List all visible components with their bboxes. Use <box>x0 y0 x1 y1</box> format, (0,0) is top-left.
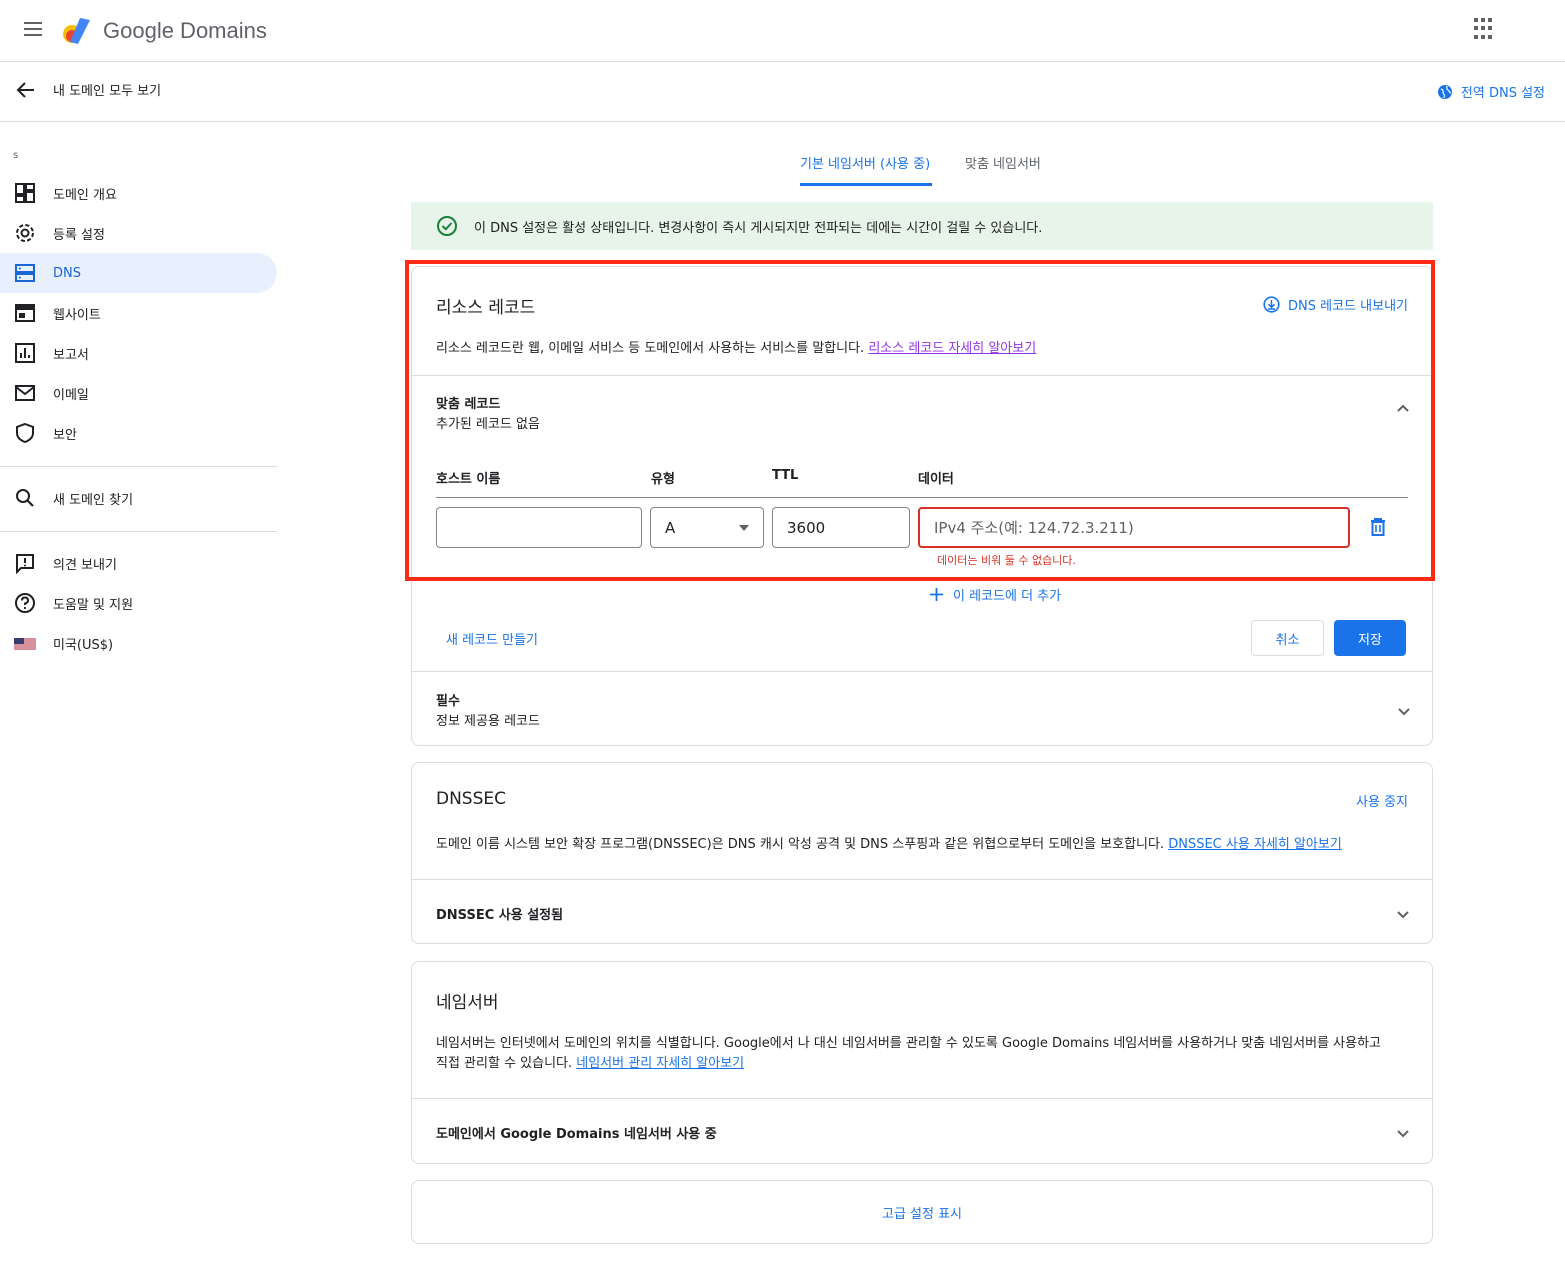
sidebar-item-help[interactable]: 도움말 및 지원 <box>0 583 277 623</box>
dnssec-status: DNSSEC 사용 설정됨 <box>436 908 564 923</box>
sidebar-item-reports[interactable]: 보고서 <box>0 333 277 373</box>
section-divider <box>412 1098 1432 1099</box>
section-divider <box>412 671 1432 672</box>
back-arrow-icon[interactable] <box>12 76 40 104</box>
nameservers-description-line1: 네임서버는 인터넷에서 도메인의 위치를 식별합니다. Google에서 나 대… <box>436 1036 1382 1051</box>
tab-default-nameservers[interactable]: 기본 네임서버 (사용 중) <box>800 153 930 172</box>
nameservers-status: 도메인에서 Google Domains 네임서버 사용 중 <box>436 1127 717 1142</box>
dnssec-description: 도메인 이름 시스템 보안 확장 프로그램(DNSSEC)은 DNS 캐시 악성… <box>436 835 1342 855</box>
dnssec-title: DNSSEC <box>436 789 507 809</box>
domain-name: s <box>13 150 19 161</box>
chevron-down-icon[interactable] <box>1396 1127 1410 1141</box>
add-more-to-record-button[interactable]: 이 레코드에 더 추가 <box>930 585 1061 604</box>
global-dns-settings-link[interactable]: 전역 DNS 설정 <box>1437 82 1545 101</box>
advanced-settings-card: 고급 설정 표시 <box>411 1180 1433 1244</box>
chart-icon <box>15 343 35 363</box>
show-advanced-settings-button[interactable]: 고급 설정 표시 <box>412 1203 1432 1222</box>
sidebar-item-find-domain[interactable]: 새 도메인 찾기 <box>0 478 277 518</box>
sidebar-item-locale[interactable]: 미국(US$) <box>0 623 277 663</box>
menu-icon[interactable] <box>20 18 46 44</box>
sidebar-item-website[interactable]: 웹사이트 <box>0 293 277 333</box>
add-more-label: 이 레코드에 더 추가 <box>953 589 1062 604</box>
desc-text: 도메인 이름 시스템 보안 확장 프로그램(DNSSEC)은 DNS 캐시 악성… <box>436 837 1169 852</box>
save-button[interactable]: 저장 <box>1334 620 1406 656</box>
us-flag-icon <box>14 638 36 650</box>
learn-more-dnssec-link[interactable]: DNSSEC 사용 자세히 알아보기 <box>1168 837 1342 852</box>
google-domains-logo <box>63 18 90 44</box>
sidebar-item-email[interactable]: 이메일 <box>0 373 277 413</box>
nameservers-description-line2: 직접 관리할 수 있습니다. 네임서버 관리 자세히 알아보기 <box>436 1054 744 1074</box>
app-title: Google Domains <box>103 18 267 43</box>
sidebar-item-label: 이메일 <box>53 387 89 403</box>
chevron-down-icon[interactable] <box>1396 908 1410 922</box>
apps-grid-icon[interactable] <box>1474 18 1496 40</box>
sidebar-item-label: 의견 보내기 <box>53 557 117 573</box>
back-to-domains-link[interactable]: 내 도메인 모두 보기 <box>53 80 161 99</box>
sidebar-item-label: 미국(US$) <box>53 637 114 653</box>
desc-text: 직접 관리할 수 있습니다. <box>436 1056 577 1071</box>
sidebar-item-label: 보고서 <box>53 347 89 363</box>
dashboard-icon <box>15 183 35 203</box>
required-records-title: 필수 <box>436 694 460 709</box>
learn-more-nameservers-link[interactable]: 네임서버 관리 자세히 알아보기 <box>576 1056 744 1071</box>
highlight-box <box>405 260 1435 581</box>
sidebar-item-label: 도메인 개요 <box>53 187 117 203</box>
sidebar-item-dns[interactable]: DNS <box>0 253 277 293</box>
sidebar-item-label: 웹사이트 <box>53 307 101 323</box>
sub-header: 내 도메인 모두 보기 전역 DNS 설정 <box>0 62 1565 122</box>
feedback-icon <box>16 554 34 574</box>
dns-active-banner: 이 DNS 설정은 활성 상태입니다. 변경사항이 즉시 게시되지만 전파되는 … <box>411 202 1433 250</box>
gear-icon <box>16 224 34 242</box>
banner-text: 이 DNS 설정은 활성 상태입니다. 변경사항이 즉시 게시되지만 전파되는 … <box>474 220 1043 236</box>
required-records-subtitle: 정보 제공용 레코드 <box>436 714 540 729</box>
sidebar-item-label: 등록 설정 <box>53 227 105 243</box>
dnssec-card: DNSSEC 사용 중지 도메인 이름 시스템 보안 확장 프로그램(DNSSE… <box>411 762 1433 944</box>
top-app-bar: Google Domains <box>0 0 1565 62</box>
sidebar: s 도메인 개요 등록 설정 DNS 웹사이트 보고서 이메일 보안 새 도메인… <box>0 122 290 1288</box>
sidebar-item-feedback[interactable]: 의견 보내기 <box>0 543 277 583</box>
tab-custom-nameservers[interactable]: 맞춤 네임서버 <box>965 153 1041 172</box>
sidebar-item-label: 새 도메인 찾기 <box>53 492 134 508</box>
sidebar-item-label: DNS <box>53 265 81 281</box>
plus-icon <box>930 588 943 601</box>
globe-icon <box>1437 84 1452 99</box>
mail-icon <box>15 385 35 401</box>
dns-icon <box>15 264 35 282</box>
sidebar-item-overview[interactable]: 도메인 개요 <box>0 173 277 213</box>
sidebar-divider <box>0 531 277 532</box>
cancel-button[interactable]: 취소 <box>1251 620 1324 656</box>
create-new-record-button[interactable]: 새 레코드 만들기 <box>446 629 538 648</box>
sidebar-item-label: 보안 <box>53 427 77 443</box>
search-icon <box>16 489 34 507</box>
shield-icon <box>16 422 34 444</box>
nameservers-title: 네임서버 <box>436 993 499 1013</box>
sidebar-divider <box>0 466 277 467</box>
chevron-down-icon[interactable] <box>1397 705 1411 719</box>
nameservers-card: 네임서버 네임서버는 인터넷에서 도메인의 위치를 식별합니다. Google에… <box>411 961 1433 1164</box>
sidebar-item-registration[interactable]: 등록 설정 <box>0 213 277 253</box>
section-divider <box>412 879 1432 880</box>
global-dns-label: 전역 DNS 설정 <box>1460 86 1545 101</box>
web-icon <box>15 304 35 322</box>
sidebar-item-label: 도움말 및 지원 <box>53 597 134 613</box>
active-tab-indicator <box>800 183 932 186</box>
sidebar-item-security[interactable]: 보안 <box>0 413 277 453</box>
help-icon <box>15 593 35 613</box>
check-circle-icon <box>437 216 457 236</box>
disable-dnssec-button[interactable]: 사용 중지 <box>1356 791 1408 810</box>
